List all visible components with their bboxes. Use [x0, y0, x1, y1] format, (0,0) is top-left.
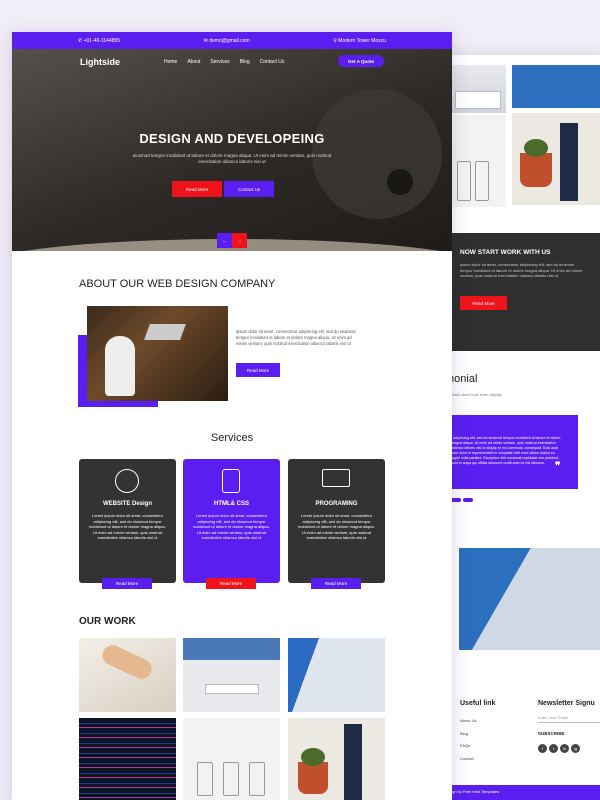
about-text: ipsum dolor sit amet, consectetur adipis…: [236, 329, 356, 346]
about-desk-photo: [87, 306, 228, 401]
service-read-more-button[interactable]: Read More: [206, 578, 256, 589]
work-plant-photo: [288, 718, 385, 800]
start-work-title: NOW START WORK WITH US: [460, 249, 551, 256]
service-card-website: WEBSITE Design Lorem ipsum dolor sit ame…: [79, 459, 176, 589]
hero-read-more-button[interactable]: Read More: [172, 181, 222, 197]
code-window-icon: [322, 469, 350, 487]
service-read-more-button[interactable]: Read More: [311, 578, 361, 589]
about-title: ABOUT OUR WEB DESIGN COMPANY: [79, 278, 276, 290]
slider-dot[interactable]: [463, 498, 473, 502]
instagram-icon[interactable]: ig: [571, 744, 580, 753]
email-address: demo@gmail.com: [209, 37, 250, 44]
testimonial-text: r adipiscing elit, sed do eiusmod tempor…: [451, 436, 561, 465]
facebook-icon[interactable]: f: [538, 744, 547, 753]
work-imac-photo: [183, 638, 280, 712]
service-text: Lorem ipsum dolor sit amet, consectetur …: [89, 513, 166, 540]
services-title: Services: [210, 432, 254, 444]
main-page-preview: ✆ +01-40-1144855 ✉ demo@gmail.com ⚲ Mode…: [12, 32, 452, 800]
hero-next-arrow[interactable]: →: [232, 233, 247, 248]
site-logo[interactable]: Lightside: [80, 57, 120, 67]
our-work-title: OUR WORK: [79, 616, 136, 627]
service-card-programming: PROGRAMING Lorem ipsum dolor sit amet, c…: [288, 459, 385, 589]
hero-title: DESIGN AND DEVELOPEING: [139, 131, 325, 146]
nav-home[interactable]: Home: [164, 59, 177, 65]
link-faqs[interactable]: FAQs: [460, 740, 476, 753]
about-read-more-button[interactable]: Read More: [236, 363, 280, 377]
nav-services[interactable]: Services: [210, 59, 229, 65]
hero-section: Lightside Home About Services Blog Conta…: [12, 49, 452, 251]
workspace-photo: [451, 65, 506, 113]
link-contact[interactable]: Contact: [460, 753, 476, 766]
hero-text: eiusmod tempor incididunt ut labore et d…: [132, 153, 332, 164]
address: Modern Tower Moscu: [338, 37, 386, 44]
useful-link-title: Useful link: [460, 700, 496, 707]
linkedin-icon[interactable]: in: [560, 744, 569, 753]
newsletter-email-input[interactable]: Enter Your Email: [538, 715, 600, 723]
html5-icon: [222, 469, 240, 493]
nav-blog[interactable]: Blog: [240, 59, 250, 65]
work-keyboard-photo: [183, 718, 280, 800]
quote-icon: ❞: [555, 461, 561, 472]
useful-links: About Us Blog FAQs Contact: [460, 715, 476, 765]
start-work-text: ipsum dolor sit amet, consectetur adipis…: [460, 262, 583, 278]
work-monitor-photo: [288, 638, 385, 712]
phones-photo: [451, 115, 506, 207]
slider-dots[interactable]: [451, 498, 475, 502]
monitor-photo: [512, 65, 600, 108]
footer-credit: esign by Free html Templates: [447, 789, 500, 794]
phone-number: +01-40-1144855: [83, 37, 121, 44]
nav-about[interactable]: About: [187, 59, 200, 65]
twitter-icon[interactable]: t: [549, 744, 558, 753]
laptop-photo: [459, 548, 600, 650]
plant-photo: [512, 113, 600, 205]
hero-watch-shape: [387, 169, 413, 195]
service-card-html: HTML& CSS Lorem ipsum dolor sit amet, co…: [183, 459, 280, 589]
social-icons: f t in ig: [538, 744, 580, 753]
top-contact-bar: ✆ +01-40-1144855 ✉ demo@gmail.com ⚲ Mode…: [12, 32, 452, 49]
link-about[interactable]: About Us: [460, 715, 476, 728]
newsletter-title: Newsletter Signu: [538, 700, 595, 707]
work-code-photo: [79, 718, 176, 800]
slider-dot[interactable]: [451, 498, 461, 502]
target-icon: [115, 469, 139, 493]
nav-contact[interactable]: Contact Us: [260, 59, 285, 65]
main-nav: Home About Services Blog Contact Us: [164, 59, 284, 65]
testimonial-subtitle: ds which don't look even slightly: [445, 392, 502, 397]
service-text: Lorem ipsum dolor sit amet, consectetur …: [298, 513, 375, 540]
address-text: ⚲ Modern Tower Moscu: [333, 37, 386, 44]
start-read-more-button[interactable]: Read More: [460, 296, 507, 310]
hero-contact-button[interactable]: Contact Us: [224, 181, 274, 197]
service-text: Lorem ipsum dolor sit amet, consectetur …: [193, 513, 270, 540]
service-read-more-button[interactable]: Read More: [102, 578, 152, 589]
subscribe-button[interactable]: SUBSCRIBE: [538, 731, 565, 736]
background-page-preview: NOW START WORK WITH US ipsum dolor sit a…: [445, 55, 600, 800]
hero-prev-arrow[interactable]: ←: [217, 233, 232, 248]
phone-text: ✆ +01-40-1144855: [78, 37, 121, 44]
email-text: ✉ demo@gmail.com: [203, 37, 250, 44]
link-blog[interactable]: Blog: [460, 728, 476, 741]
work-sketch-photo: [79, 638, 176, 712]
get-quote-button[interactable]: Get A Quote: [338, 55, 384, 67]
